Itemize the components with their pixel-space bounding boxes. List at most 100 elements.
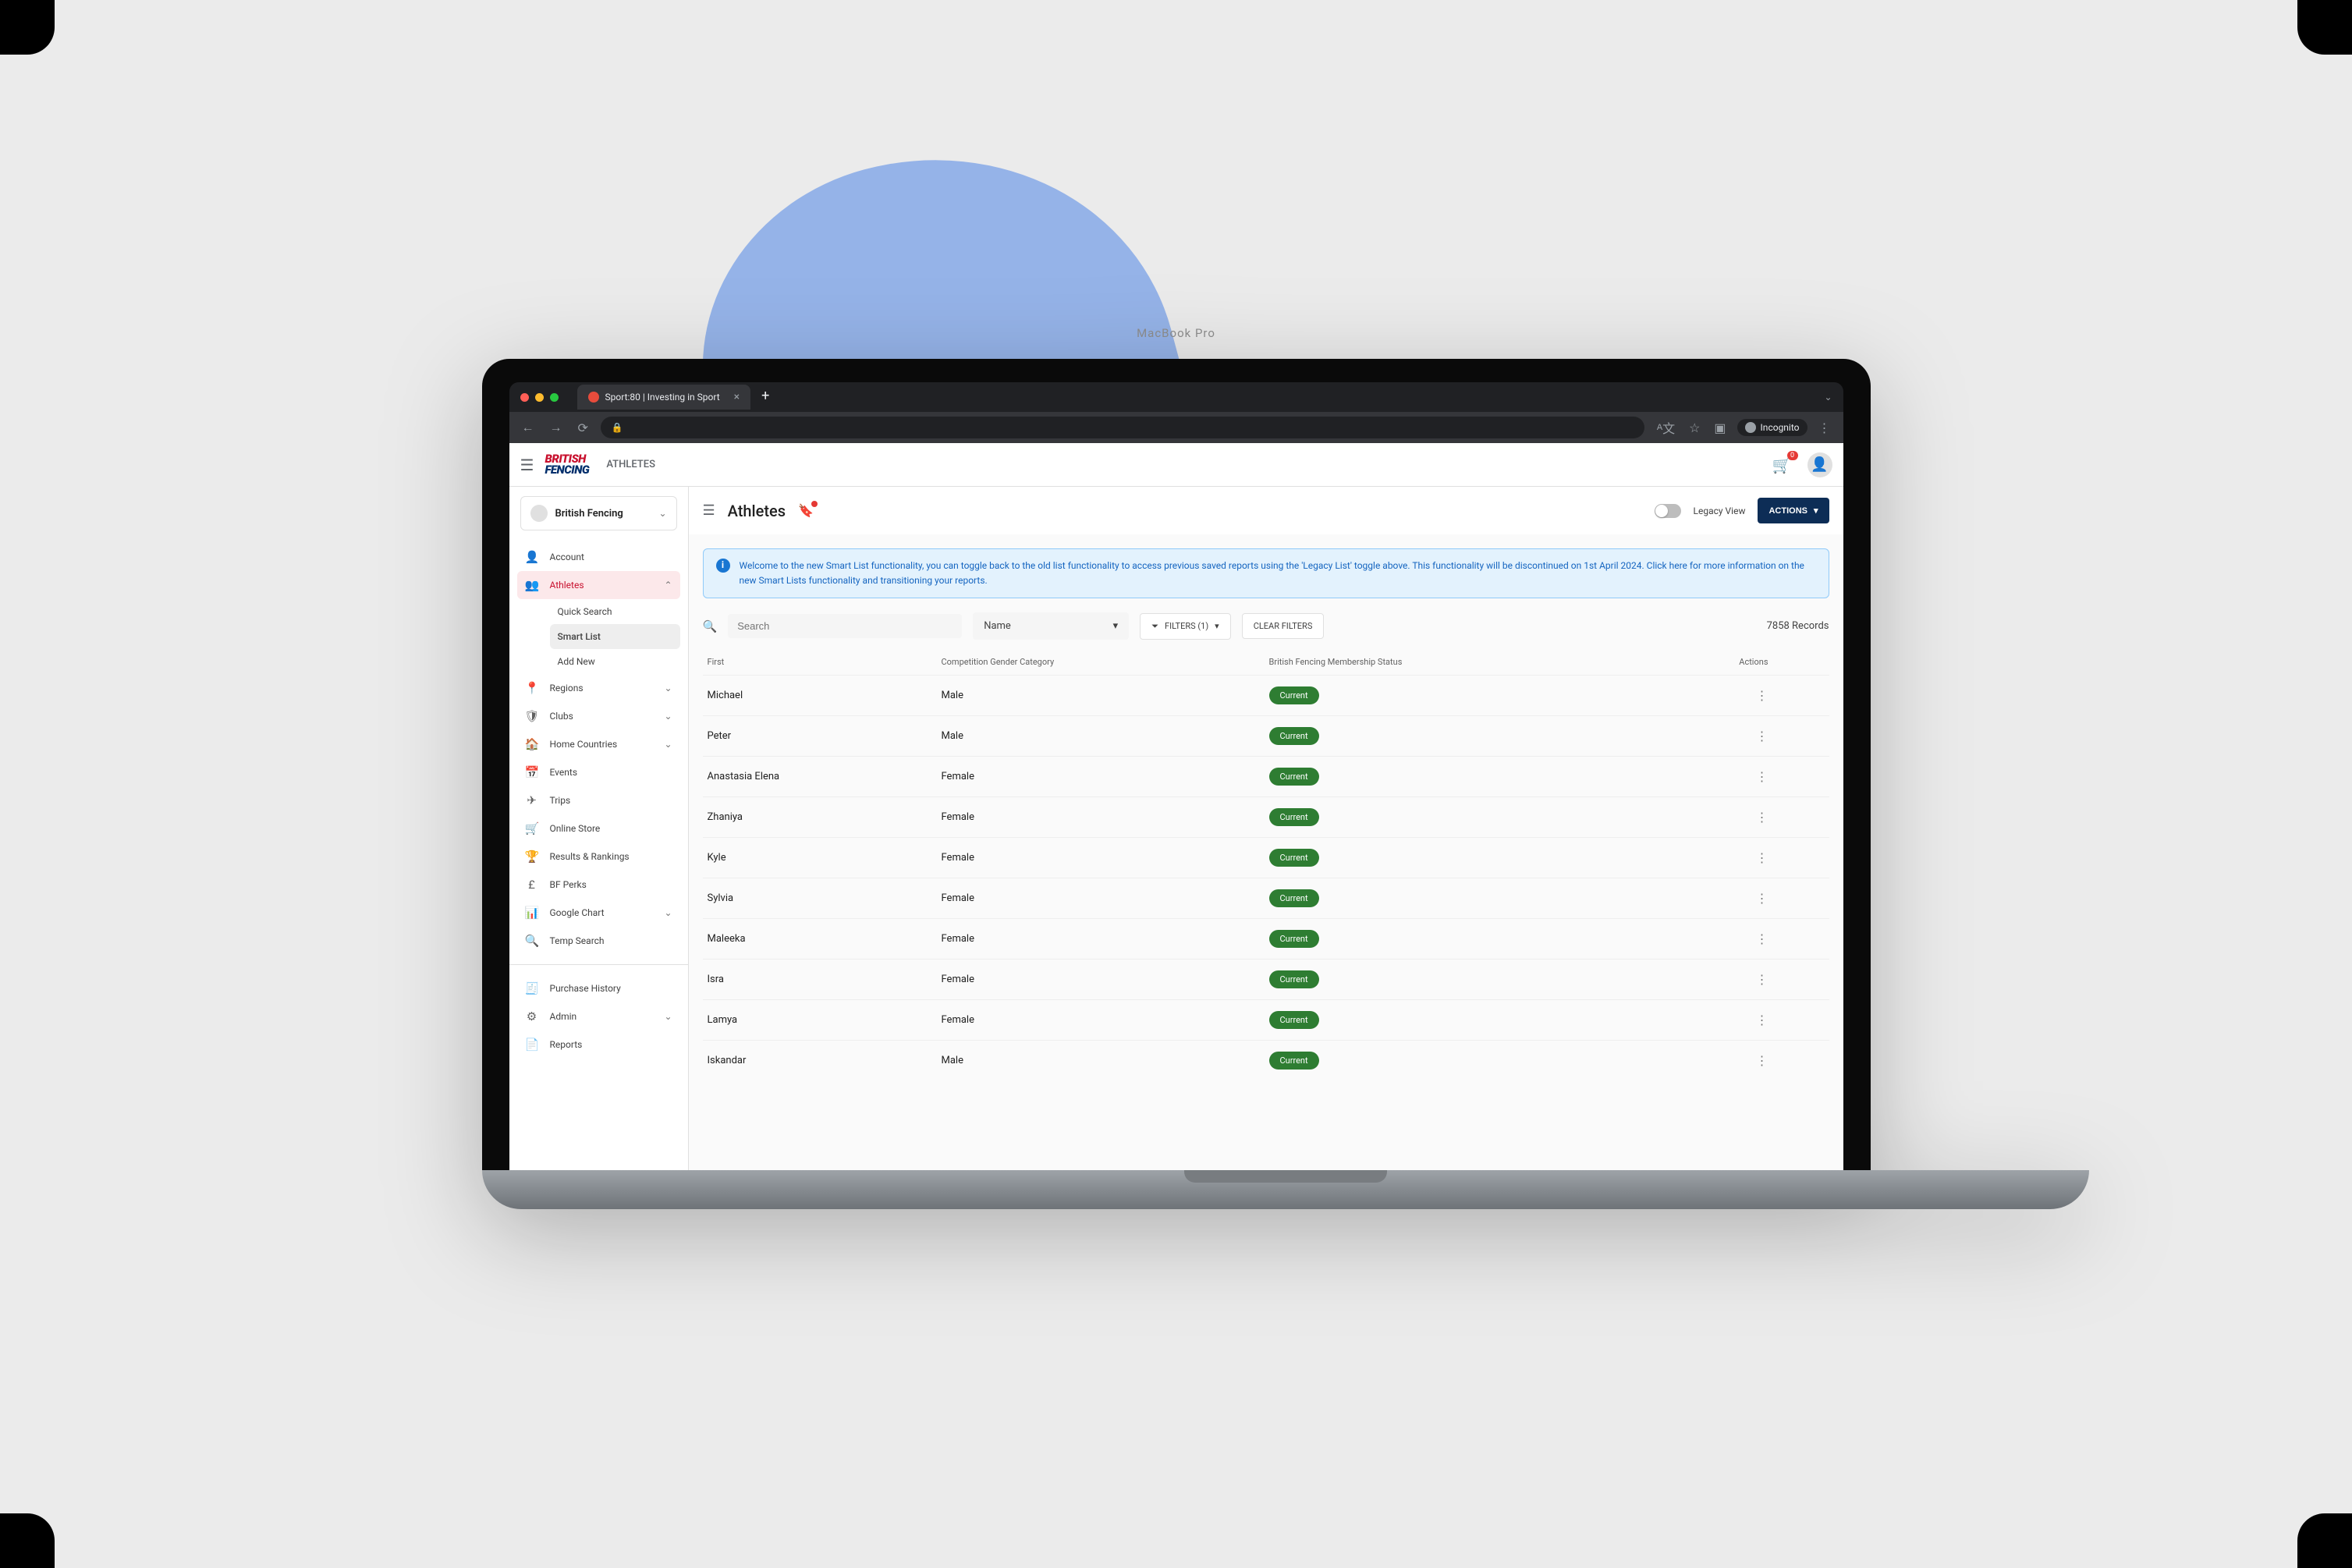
table-row[interactable]: MaleekaFemaleCurrent⋮: [703, 918, 1829, 959]
sidebar-item[interactable]: ✈Trips: [517, 786, 680, 814]
sidebar-subitem[interactable]: Add New: [550, 649, 680, 674]
sidebar-item[interactable]: 👤Account: [517, 543, 680, 571]
table-row[interactable]: ZhaniyaFemaleCurrent⋮: [703, 796, 1829, 837]
notification-dot-icon: [811, 501, 818, 507]
search-input[interactable]: [737, 620, 953, 632]
table-row[interactable]: PeterMaleCurrent⋮: [703, 715, 1829, 756]
info-banner-text: Welcome to the new Smart List functional…: [740, 559, 1816, 588]
page-menu-icon[interactable]: ☰: [703, 502, 715, 519]
tab-overflow-icon[interactable]: ⌄: [1824, 392, 1832, 403]
chevron-down-icon: ⌄: [664, 711, 672, 722]
sidebar-item-icon: £: [525, 878, 539, 892]
org-selector[interactable]: British Fencing ⌄: [520, 496, 677, 530]
reload-icon[interactable]: ⟳: [575, 417, 591, 438]
sidebar-item[interactable]: 📄Reports: [517, 1031, 680, 1059]
forward-icon[interactable]: →: [547, 417, 566, 438]
actions-button[interactable]: ACTIONS ▾: [1758, 498, 1829, 523]
sidebar-item[interactable]: 📅Events: [517, 758, 680, 786]
sidebar-item[interactable]: 🏠Home Countries⌄: [517, 730, 680, 758]
close-window-icon[interactable]: [520, 393, 529, 402]
row-actions-button[interactable]: ⋮: [1675, 810, 1768, 825]
caret-down-icon: ▾: [1215, 621, 1219, 631]
user-avatar[interactable]: 👤: [1807, 452, 1832, 477]
table-row[interactable]: SylviaFemaleCurrent⋮: [703, 878, 1829, 918]
sort-select[interactable]: Name ▾: [973, 612, 1129, 640]
list-controls: 🔍 Name ▾ ⏷ FILTERS (1) ▾ CLEAR FILTERS 7…: [689, 612, 1843, 643]
table-row[interactable]: LamyaFemaleCurrent⋮: [703, 999, 1829, 1040]
table-row[interactable]: IskandarMaleCurrent⋮: [703, 1040, 1829, 1080]
browser-menu-icon[interactable]: ⋮: [1815, 417, 1834, 438]
sidebar-item[interactable]: 📊 Google Chart ⌄: [517, 899, 680, 927]
row-actions-button[interactable]: ⋮: [1675, 1013, 1768, 1027]
table-row[interactable]: IsraFemaleCurrent⋮: [703, 959, 1829, 999]
cell-first: Michael: [708, 690, 942, 701]
sidebar-item[interactable]: £BF Perks: [517, 871, 680, 899]
sidebar-subitem[interactable]: Quick Search: [550, 599, 680, 624]
row-actions-button[interactable]: ⋮: [1675, 891, 1768, 906]
status-badge: Current: [1269, 727, 1319, 745]
close-tab-icon[interactable]: ×: [734, 391, 740, 403]
chevron-up-icon: ⌃: [664, 580, 672, 591]
cell-first: Kyle: [708, 852, 942, 864]
bookmark-icon[interactable]: ☆: [1686, 417, 1703, 438]
sidebar-item[interactable]: 🛡Clubs⌄: [517, 702, 680, 730]
status-badge: Current: [1269, 1011, 1319, 1029]
back-icon[interactable]: ←: [519, 417, 537, 438]
table-row[interactable]: MichaelMaleCurrent⋮: [703, 675, 1829, 715]
row-actions-button[interactable]: ⋮: [1675, 688, 1768, 703]
sidebar-item[interactable]: ⚙Admin⌄: [517, 1002, 680, 1031]
filters-button[interactable]: ⏷ FILTERS (1) ▾: [1140, 613, 1231, 640]
laptop-notch: [1184, 1170, 1387, 1183]
browser-tab[interactable]: Sport:80 | Investing in Sport ×: [577, 385, 751, 410]
sidebar-item[interactable]: 📍Regions⌄: [517, 674, 680, 702]
table-row[interactable]: Anastasia ElenaFemaleCurrent⋮: [703, 756, 1829, 796]
status-badge: Current: [1269, 686, 1319, 704]
new-tab-button[interactable]: +: [754, 385, 777, 410]
address-bar[interactable]: 🔒: [601, 417, 1644, 438]
sidebar-item[interactable]: 🧾Purchase History: [517, 974, 680, 1002]
extensions-icon[interactable]: ▣: [1711, 417, 1729, 438]
sidebar-subitem[interactable]: Smart List: [550, 624, 680, 649]
sidebar-item-icon: 📊: [525, 906, 539, 920]
maximize-window-icon[interactable]: [550, 393, 559, 402]
sidebar-item[interactable]: 👥Athletes⌃: [517, 571, 680, 599]
clear-filters-button[interactable]: CLEAR FILTERS: [1242, 613, 1325, 639]
row-actions-button[interactable]: ⋮: [1675, 931, 1768, 946]
search-field[interactable]: [728, 614, 962, 638]
row-actions-button[interactable]: ⋮: [1675, 769, 1768, 784]
page-title: Athletes: [728, 502, 786, 520]
menu-toggle-icon[interactable]: ☰: [520, 456, 534, 474]
sidebar-item[interactable]: 🏆Results & Rankings: [517, 843, 680, 871]
brand-logo[interactable]: BRITISH FENCING: [545, 454, 589, 475]
sidebar-item[interactable]: 🔍Temp Search: [517, 927, 680, 955]
sidebar-item-label: Admin: [550, 1011, 577, 1022]
tab-title: Sport:80 | Investing in Sport: [605, 392, 720, 403]
cell-first: Zhaniya: [708, 811, 942, 823]
sidebar-item-label: Results & Rankings: [550, 851, 630, 862]
sidebar-item-label: Google Chart: [550, 907, 605, 918]
translate-icon[interactable]: ᴬ文: [1654, 415, 1678, 440]
row-actions-button[interactable]: ⋮: [1675, 1053, 1768, 1068]
cell-first: Iskandar: [708, 1055, 942, 1066]
minimize-window-icon[interactable]: [535, 393, 544, 402]
sidebar-item-icon: 👥: [525, 578, 539, 592]
legacy-view-toggle[interactable]: [1655, 504, 1681, 518]
sidebar-item-label: Purchase History: [550, 983, 621, 994]
actions-label: ACTIONS: [1768, 506, 1807, 516]
cell-first: Maleeka: [708, 933, 942, 945]
row-actions-button[interactable]: ⋮: [1675, 850, 1768, 865]
col-first: First: [708, 657, 942, 667]
cell-gender: Female: [942, 892, 1269, 904]
sidebar-item[interactable]: 🛒Online Store: [517, 814, 680, 843]
row-actions-button[interactable]: ⋮: [1675, 729, 1768, 743]
chevron-down-icon: ⌄: [664, 907, 672, 918]
cell-gender: Female: [942, 811, 1269, 823]
lock-icon: 🔒: [612, 422, 623, 433]
cart-button[interactable]: 🛒 0: [1772, 456, 1792, 474]
table-row[interactable]: KyleFemaleCurrent⋮: [703, 837, 1829, 878]
sidebar-item-icon: ✈: [525, 793, 539, 807]
cell-gender: Female: [942, 933, 1269, 945]
row-actions-button[interactable]: ⋮: [1675, 972, 1768, 987]
breadcrumb: ATHLETES: [606, 459, 655, 470]
incognito-indicator[interactable]: Incognito: [1737, 419, 1807, 436]
